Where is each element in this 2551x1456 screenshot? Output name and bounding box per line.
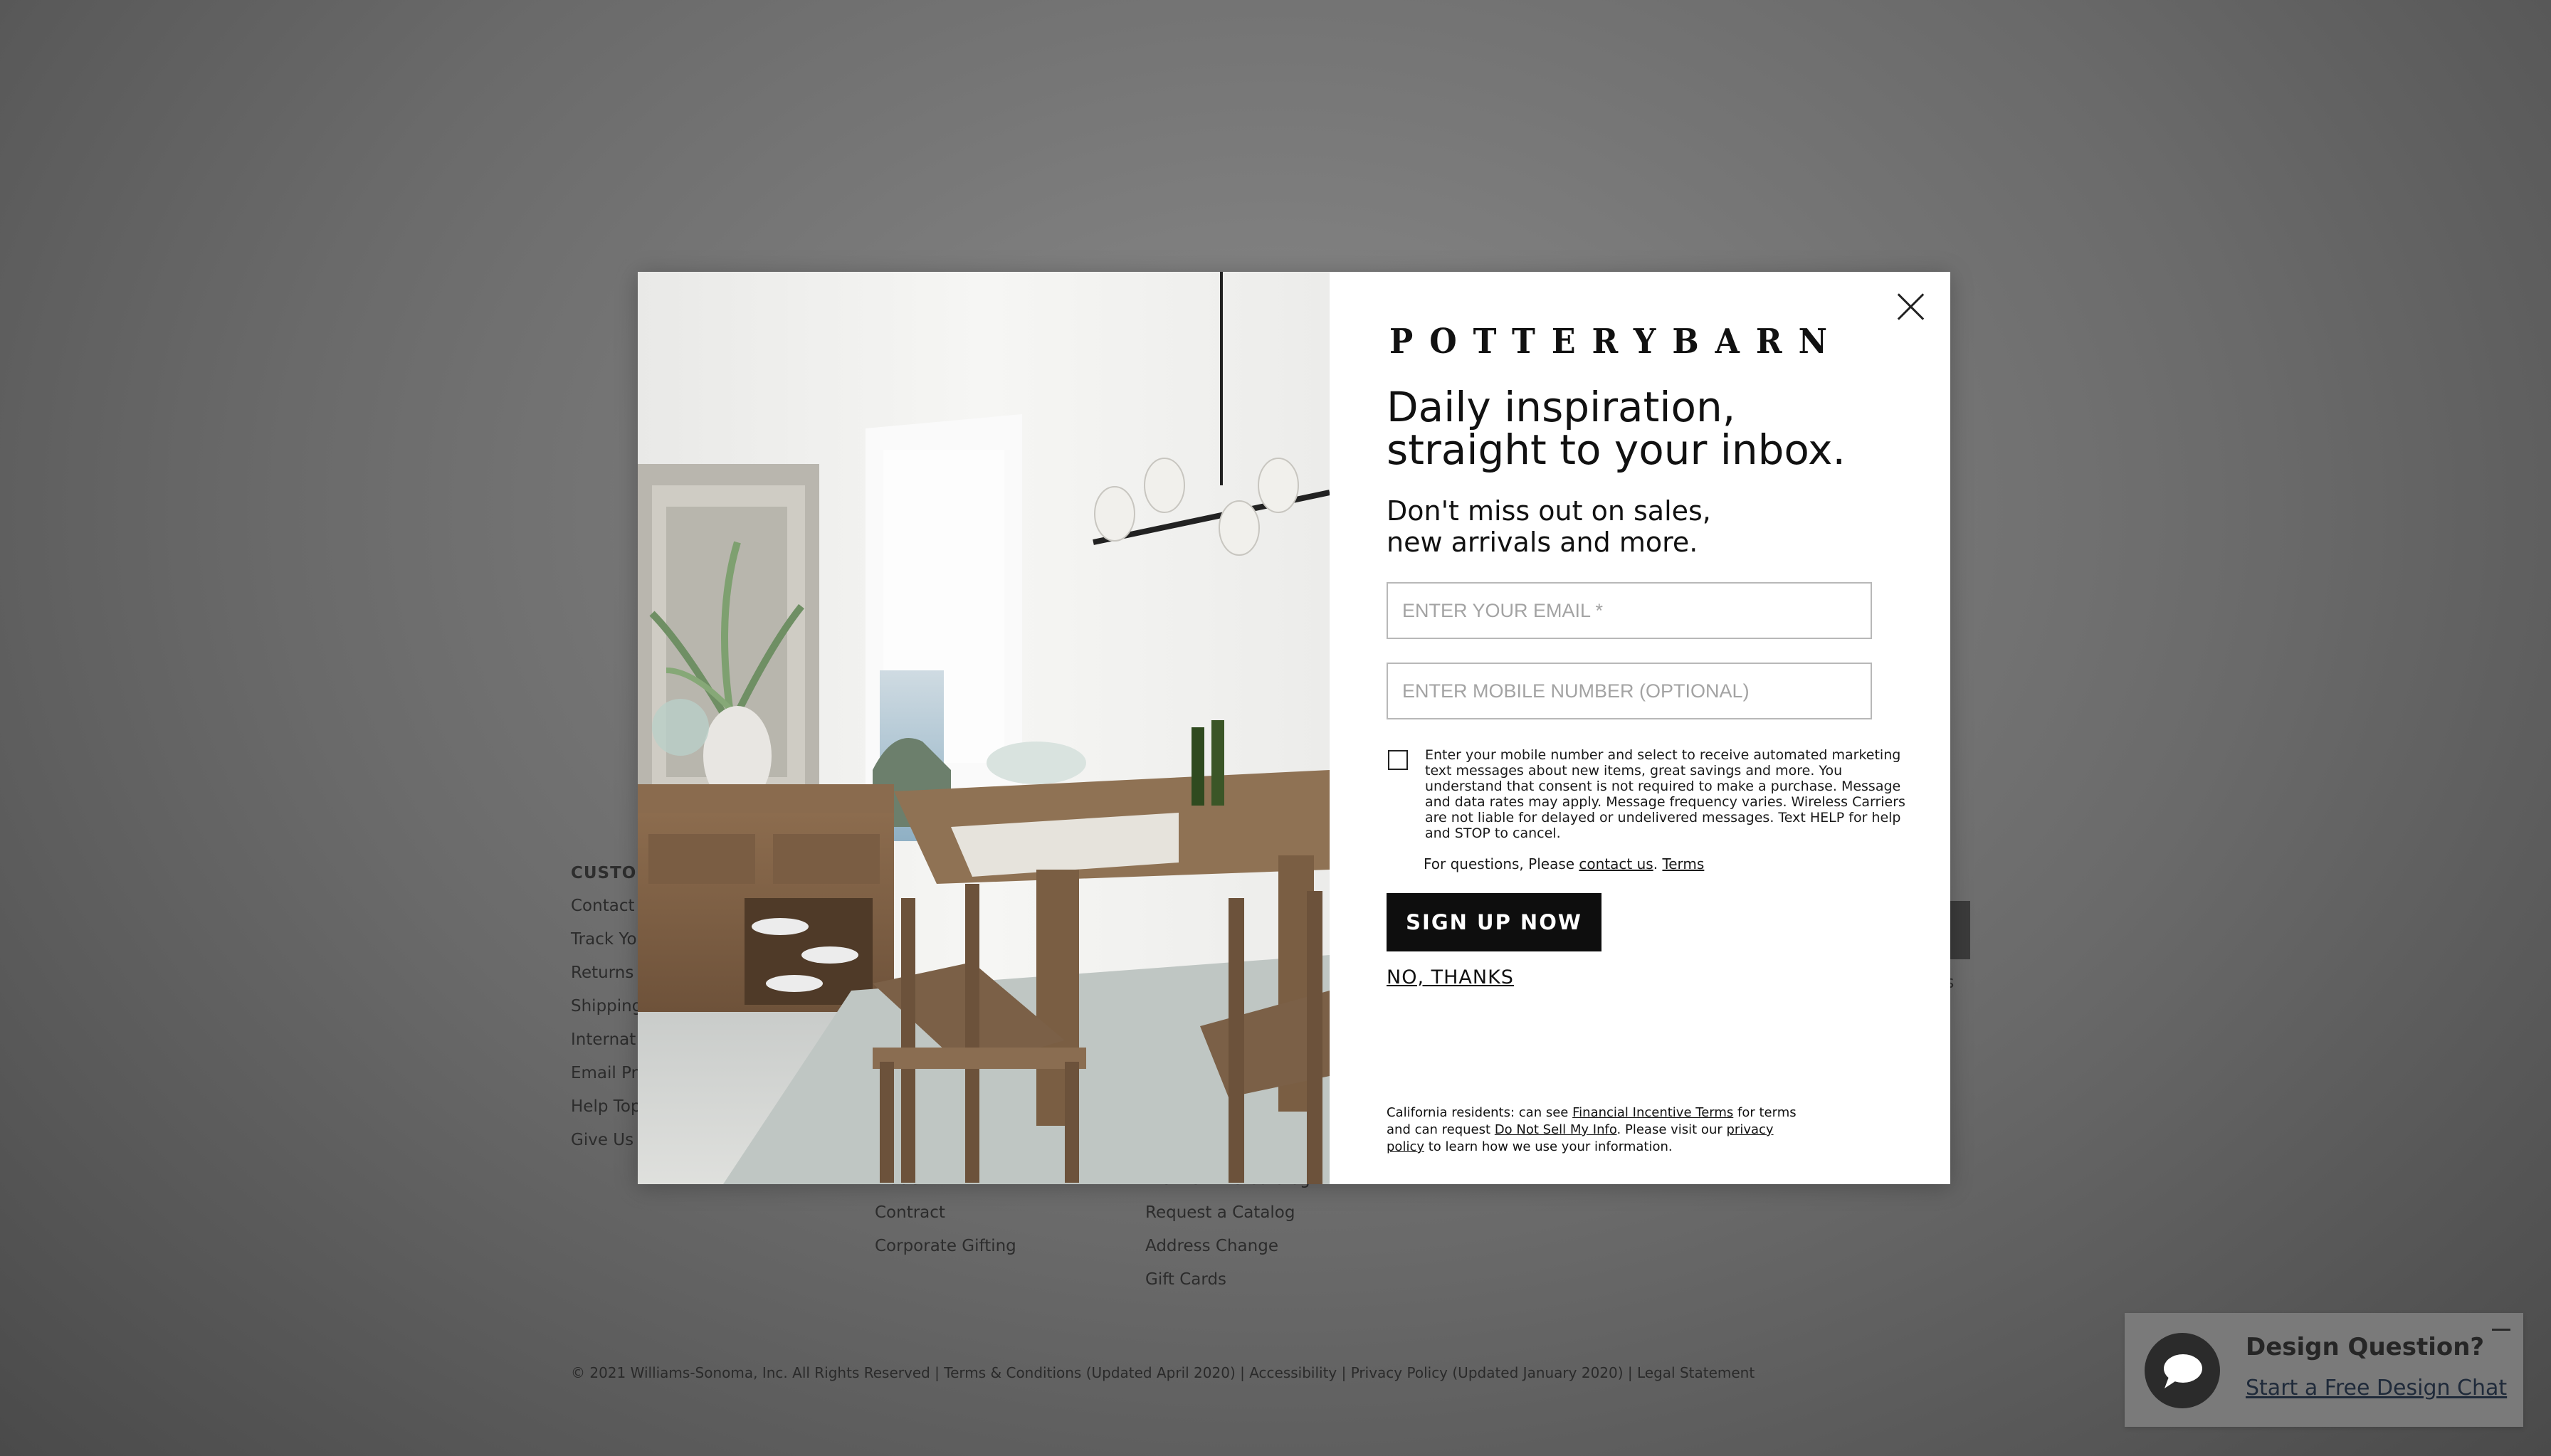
terms-link[interactable]: Terms <box>1662 855 1704 872</box>
email-input[interactable] <box>1387 582 1872 639</box>
email-signup-modal: POTTERYBARN Daily inspiration, straight … <box>638 272 1950 1184</box>
sms-consent-checkbox[interactable] <box>1388 750 1408 770</box>
questions-line: For questions, Please contact us. Terms <box>1424 855 1705 872</box>
dining-room-illustration <box>638 272 1330 1184</box>
pottery-barn-logo: POTTERYBARN <box>1389 322 1844 362</box>
design-chat-widget[interactable]: Design Question? Start a Free Design Cha… <box>2125 1313 2523 1427</box>
minimize-chat-button[interactable] <box>2489 1322 2513 1337</box>
close-modal-button[interactable] <box>1892 287 1930 326</box>
chat-bubble-icon <box>2145 1333 2220 1408</box>
california-residents-notice: California residents: can see Financial … <box>1387 1104 1814 1156</box>
signup-subheading: Don't miss out on sales, new arrivals an… <box>1387 495 1828 558</box>
footer-link-request-catalog[interactable]: Request a Catalog <box>1145 1196 1310 1230</box>
chat-title: Design Question? <box>2246 1333 2485 1361</box>
subhead-line-1: Don't miss out on sales, <box>1387 495 1711 527</box>
footer-link-corporate-gifting[interactable]: Corporate Gifting <box>875 1230 1016 1263</box>
footer-copyright: © 2021 Williams-Sonoma, Inc. All Rights … <box>571 1364 1755 1381</box>
contact-us-link[interactable]: contact us <box>1579 855 1653 872</box>
mobile-number-input[interactable] <box>1387 663 1872 719</box>
headline-line-2: straight to your inbox. <box>1387 426 1846 474</box>
sign-up-now-button[interactable]: SIGN UP NOW <box>1387 893 1601 951</box>
headline-line-1: Daily inspiration, <box>1387 383 1736 431</box>
dining-room-photo <box>638 272 1330 1184</box>
signup-panel: POTTERYBARN Daily inspiration, straight … <box>1330 272 1950 1184</box>
sms-consent-text: Enter your mobile number and select to r… <box>1425 747 1905 841</box>
start-design-chat-link[interactable]: Start a Free Design Chat <box>2246 1376 2507 1400</box>
ca-suffix: to learn how we use your information. <box>1428 1139 1673 1154</box>
footer-link-contract[interactable]: Contract <box>875 1196 1016 1230</box>
financial-incentive-terms-link[interactable]: Financial Incentive Terms <box>1572 1105 1733 1120</box>
ca-prefix: California residents: can see <box>1387 1105 1569 1120</box>
questions-prefix: For questions, Please <box>1424 855 1575 872</box>
subhead-line-2: new arrivals and more. <box>1387 527 1698 558</box>
footer-link-gift-cards[interactable]: Gift Cards <box>1145 1263 1310 1297</box>
ca-mid-2: . Please visit our <box>1616 1122 1722 1137</box>
do-not-sell-my-info-link[interactable]: Do Not Sell My Info <box>1495 1122 1617 1137</box>
footer-link-address-change[interactable]: Address Change <box>1145 1230 1310 1263</box>
no-thanks-link[interactable]: NO, THANKS <box>1387 966 1514 988</box>
signup-headline: Daily inspiration, straight to your inbo… <box>1387 386 1927 471</box>
